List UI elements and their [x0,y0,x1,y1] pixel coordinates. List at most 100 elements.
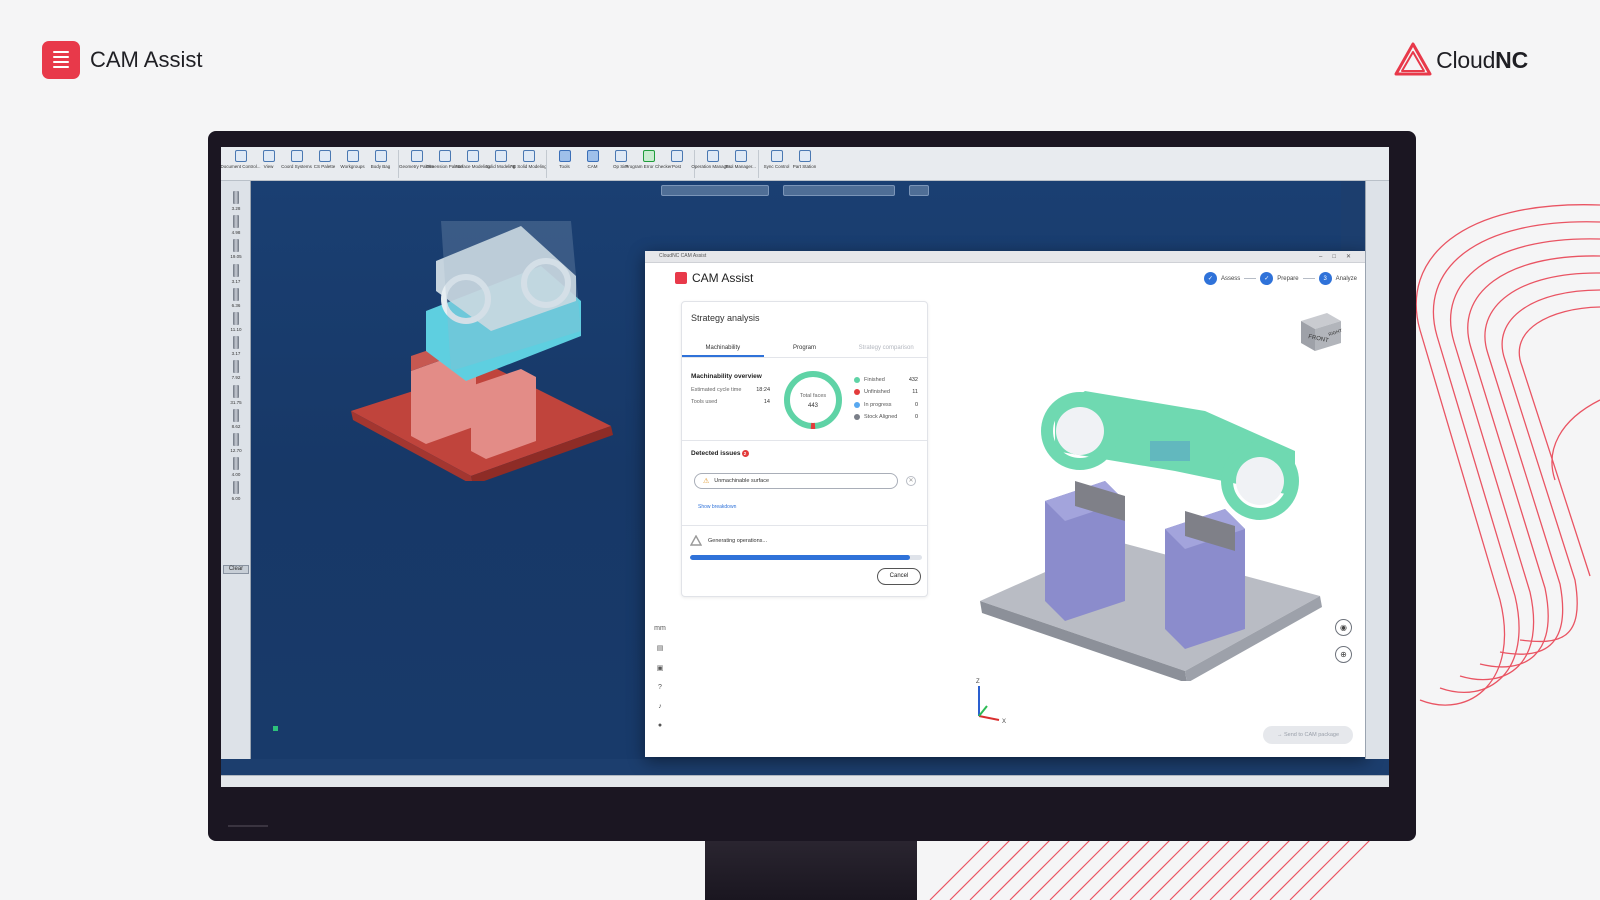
document-icon[interactable]: ▣ [653,664,667,672]
ribbon-button-fbsolid[interactable]: FB Solid Modeling [510,147,547,169]
tool-slot[interactable]: 31.75 [225,383,247,405]
step-prepare-icon: ✓ [1260,272,1274,285]
clear-button[interactable]: Clear [223,565,249,574]
ribbon-button-coord[interactable]: Coord Systems [281,147,312,169]
visibility-eye-icon[interactable]: ◉ [1335,619,1352,636]
viewcube[interactable]: FRONT RIGHT [1297,309,1343,353]
tool-slot[interactable]: 3.17 [225,262,247,284]
legend-stock-aligned: Stock Aligned 0 [854,414,918,420]
notification-bell-icon[interactable]: ♪ [653,703,667,710]
tool-diameter: 3.17 [231,278,241,284]
end-mill-icon [233,360,239,374]
tab-program[interactable]: Program [764,340,846,357]
display-toolbar[interactable] [783,185,895,196]
tool-diameter: 6.00 [231,496,241,502]
ribbon-button-workgroups[interactable]: Workgroups [339,147,366,169]
help-icon[interactable]: ? [653,684,667,691]
tool-slot[interactable]: 8.62 [225,407,247,429]
tool-slot[interactable]: 3.17 [225,334,247,356]
cad-viewport[interactable]: CloudNC CAM Assist –□✕ CAM Assist ✓ Asse… [251,181,1367,759]
ribbon-button-sync[interactable]: Sync Control [763,147,790,169]
tool-diameter: 3.28 [231,206,241,211]
window-titlebar[interactable]: CloudNC CAM Assist –□✕ [645,251,1367,263]
ribbon-button-surface[interactable]: Surface Modeling [455,147,490,169]
ribbon-label: Sync Control [763,164,790,169]
workgroups-icon [346,150,359,162]
zoom-toolbar[interactable] [909,185,929,196]
strategy-analysis-card: Strategy analysis Machinability Program … [681,301,928,597]
legend-unfinished: Unfinished 11 [854,389,918,395]
tool-slot[interactable]: 3.28 [225,189,247,211]
ribbon-button-bodybag[interactable]: Body Bag [367,147,394,169]
tool-slot[interactable]: 6.36 [225,286,247,308]
ribbon-button-toolmanager[interactable]: Tool Manager... [725,147,756,169]
ribbon-button-checker[interactable]: Program Error Checker [625,147,672,169]
unit-label[interactable]: mm [653,625,667,632]
end-mill-icon [233,408,239,422]
tool-slot[interactable]: 4.98 [225,213,247,235]
ribbon-button-view[interactable]: View [255,147,282,169]
axis-z-label: Z [976,679,980,685]
ribbon-label: Tools [559,164,570,169]
step-assess-label: Assess [1220,275,1241,282]
side-toolbar: mm ▤ ▣ ? ♪ ● [653,625,667,741]
cloudnc-logo-icon [1394,42,1432,76]
show-breakdown-link[interactable]: Show breakdown [698,504,736,510]
partstation-icon [798,150,811,162]
step-assess-icon: ✓ [1203,272,1217,285]
fit-view-icon[interactable]: ⊕ [1335,646,1352,663]
ribbon-button-document[interactable]: Document Control... [221,147,261,169]
end-mill-icon [233,336,239,350]
ribbon-button-tools[interactable]: Tools [551,147,578,169]
ribbon-button-partstation[interactable]: Part Station [791,147,818,169]
ribbon-button-dimension[interactable]: Dimension Palette [426,147,463,169]
cancel-button[interactable]: Cancel [877,568,921,585]
cycle-time-label: Estimated cycle time [691,387,742,393]
bodybag-icon [374,150,387,162]
ribbon-button-post[interactable]: Post [663,147,690,169]
warning-icon: ⚠ [703,478,710,485]
tool-slot[interactable]: 19.05 [225,237,247,259]
tool-slot[interactable]: 4.00 [225,455,247,477]
tool-diameter: 3.17 [231,351,241,357]
fbsolid-icon [522,150,535,162]
monitor-stand [705,841,917,900]
ribbon-button-cam[interactable]: CAM [579,147,606,169]
screen: Document Control... View Coord Systems CS P… [221,147,1389,787]
faces-donut-chart: Total faces 443 [784,371,842,429]
cam-header: CAM Assist [675,271,753,285]
send-to-cam-package-button[interactable]: → Send to CAM package [1263,726,1353,744]
tool-slot[interactable]: 7.92 [225,358,247,380]
company-name: CloudNC [1436,46,1528,73]
cam-assist-logo-icon [675,272,687,284]
dismiss-issue-icon[interactable]: ✕ [906,476,916,486]
product-name: CAM Assist [90,47,203,72]
step-analyze-label: Analyze [1335,275,1357,282]
end-mill-icon [233,287,239,301]
tool-slot[interactable]: 11.10 [225,310,247,332]
info-icon[interactable]: ● [653,722,667,729]
cam-part-model[interactable] [975,351,1325,681]
calculator-icon[interactable]: ▤ [653,644,667,652]
tool-slot[interactable]: 12.70 [225,431,247,453]
progress-steps: ✓ Assess ✓ Prepare 3 Analyze [1203,272,1357,285]
card-title: Strategy analysis [691,313,760,323]
view-toolbar[interactable] [661,185,769,196]
post-icon [670,150,683,162]
cad-part-model [351,221,613,481]
tab-machinability[interactable]: Machinability [682,340,764,357]
cam-assist-window[interactable]: CloudNC CAM Assist –□✕ CAM Assist ✓ Asse… [645,251,1367,757]
tab-strategy-comparison[interactable]: Strategy comparison [845,340,927,357]
tool-diameter: 19.05 [230,254,242,260]
window-controls[interactable]: –□✕ [1319,253,1361,260]
tool-slot[interactable]: 6.00 [225,479,247,501]
tools-icon [558,150,571,162]
end-mill-icon [233,384,239,398]
ribbon-button-palette[interactable]: CS Palette [311,147,338,169]
geometry-icon [410,150,423,162]
ribbon-label: Tool Manager... [725,164,756,169]
ribbon-button-opmanager[interactable]: Operation Manager... [691,147,734,169]
ribbon-label: FB Solid Modeling [510,164,547,169]
window-title: CloudNC CAM Assist [659,253,707,259]
issue-unmachinable-surface[interactable]: ⚠ Unmachinable surface [694,473,898,489]
